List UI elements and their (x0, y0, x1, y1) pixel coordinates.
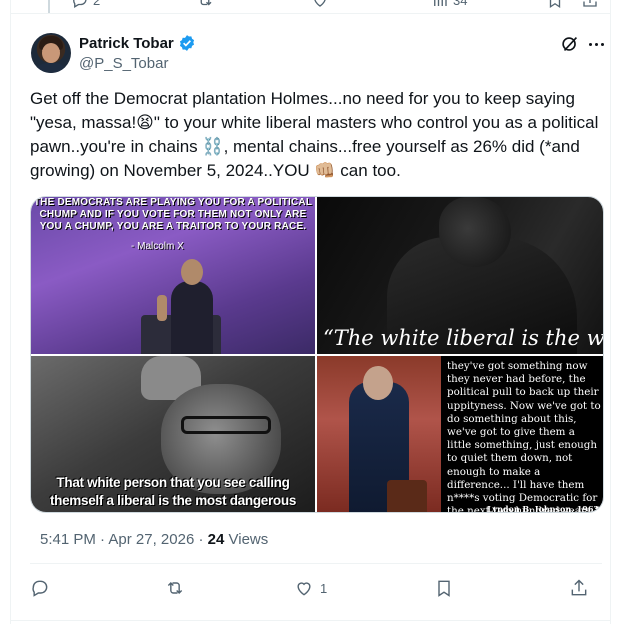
bookmark-icon (438, 580, 450, 597)
media-image-2[interactable]: “The white liberal is the worst (317, 197, 604, 354)
previous-like-button[interactable] (311, 0, 329, 9)
repost-button[interactable] (165, 578, 191, 598)
more-options-button[interactable] (585, 33, 607, 55)
like-count: 1 (320, 580, 328, 596)
previous-views-count: 34 (453, 0, 468, 8)
divider (11, 620, 610, 621)
bar-chart-icon (434, 0, 447, 6)
reply-icon (32, 580, 48, 597)
previous-repost-button[interactable] (196, 0, 214, 9)
action-bar: 1 (30, 574, 602, 610)
heart-icon (314, 0, 326, 7)
previous-bookmark-button[interactable] (546, 0, 564, 9)
image1-quote: THE DEMOCRATS ARE PLAYING YOU FOR A POLI… (33, 197, 313, 232)
meta-separator: · (198, 531, 204, 548)
avatar[interactable] (31, 33, 71, 73)
previous-reply-count: 2 (93, 0, 101, 8)
media-image-3[interactable]: That white person that you see calling t… (31, 356, 315, 512)
post-container: 2 34 Patrick Tobar @P_S_Tobar Get off th… (10, 0, 611, 624)
post-time[interactable]: 5:41 PM (40, 531, 96, 548)
reply-button[interactable] (30, 578, 56, 598)
divider (11, 13, 610, 14)
views-count: 24 (207, 531, 225, 548)
repost-icon (200, 0, 212, 6)
previous-share-button[interactable] (581, 0, 599, 9)
grok-icon (562, 37, 578, 51)
grok-button[interactable] (559, 33, 581, 55)
post-date[interactable]: Apr 27, 2026 (108, 531, 194, 548)
repost-icon (167, 581, 183, 595)
meta-separator: · (100, 531, 106, 548)
image4-citation: Lyndon B. Johnson, 1963 (487, 504, 599, 513)
share-icon (583, 0, 597, 7)
previous-post-action-bar: 2 34 (11, 0, 610, 13)
post-meta: 5:41 PM · Apr 27, 2026 · 24 Views (40, 531, 268, 548)
divider (30, 563, 602, 564)
image4-quote: they've got something now they never had… (447, 360, 601, 513)
more-dots-icon (588, 42, 592, 46)
bookmark-button[interactable] (434, 578, 454, 598)
tweet-text: Get off the Democrat plantation Holmes..… (30, 89, 604, 180)
bookmark-icon (549, 0, 561, 9)
media-grid: THE DEMOCRATS ARE PLAYING YOU FOR A POLI… (30, 196, 604, 513)
share-icon (571, 579, 587, 596)
previous-views-button[interactable]: 34 (431, 0, 467, 9)
author-handle[interactable]: @P_S_Tobar (79, 55, 196, 72)
author-name[interactable]: Patrick Tobar (79, 35, 174, 52)
views-label: Views (228, 531, 269, 548)
image1-attribution: - Malcolm X (131, 241, 184, 252)
media-image-1[interactable]: THE DEMOCRATS ARE PLAYING YOU FOR A POLI… (31, 197, 315, 354)
heart-icon (297, 582, 311, 596)
image2-caption: “The white liberal is the worst (323, 326, 604, 350)
share-button[interactable] (569, 578, 589, 598)
reply-icon (73, 0, 87, 8)
like-button[interactable]: 1 (294, 578, 327, 598)
author-info: Patrick Tobar @P_S_Tobar (79, 34, 196, 72)
verified-badge-icon (179, 35, 194, 51)
media-image-4[interactable]: they've got something now they never had… (317, 356, 603, 513)
previous-reply-button[interactable]: 2 (71, 0, 100, 9)
image3-caption: That white person that you see calling t… (49, 475, 297, 508)
